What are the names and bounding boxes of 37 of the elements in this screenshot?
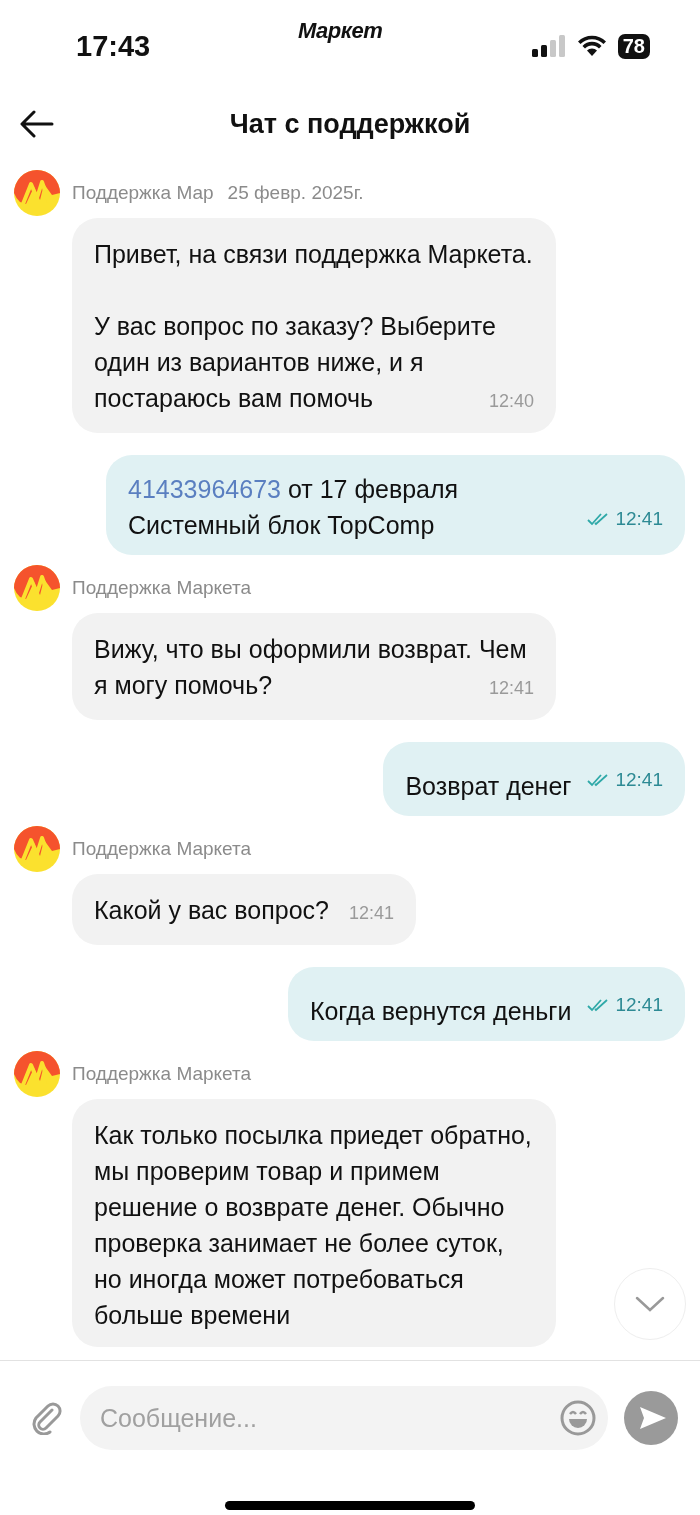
message-text: Привет, на связи поддержка Маркета.: [94, 239, 534, 270]
message-time: 12:41: [615, 993, 663, 1017]
chevron-down-icon: [635, 1296, 665, 1312]
paperclip-icon[interactable]: [30, 1401, 64, 1435]
message-text: Какой у вас вопрос? 12:41: [94, 892, 394, 928]
message-time: 12:41: [488, 677, 534, 700]
message-time: 12:41: [615, 507, 663, 531]
emoji-icon[interactable]: [560, 1400, 596, 1436]
message-text: Как только посылка приедет обратно, мы проверим товар и примем решение о возврате денег. Обычно проверка занимает не более суток, но иногда может потребоваться больше времени: [94, 1120, 533, 1331]
back-arrow-icon[interactable]: [20, 110, 54, 138]
order-link[interactable]: 41433964673: [128, 475, 281, 503]
market-logo-avatar-icon: [14, 1051, 60, 1097]
message-date: 25 февр. 2025г.: [227, 182, 364, 204]
sender-name: Поддержка Маркета: [72, 838, 252, 860]
send-icon: [638, 1405, 668, 1431]
app-logo: Маркет: [298, 18, 383, 44]
message-text: 41433964673 от 17 февраля Системный блок TopComp: [128, 474, 460, 541]
sender-name: Поддержка Маркета: [72, 1063, 252, 1085]
chat-title: Чат с поддержкой: [229, 108, 471, 140]
message-time: 12:40: [488, 390, 534, 413]
send-button[interactable]: [624, 1391, 678, 1445]
wifi-icon: [575, 35, 608, 57]
sender-name: Поддержка Маркета: [72, 577, 252, 599]
market-logo-avatar-icon: [14, 170, 60, 216]
message-text: Когда вернутся деньги: [309, 996, 572, 1027]
signal-icon: [531, 35, 566, 57]
message-input-field[interactable]: Сообщение...: [80, 1386, 608, 1450]
message-text: Возврат денег: [405, 771, 572, 802]
message-text: У вас вопрос по заказу? Выберите один из вариантов ниже, и я постараюсь вам помочь 12:40: [94, 308, 534, 416]
status-time: 17:43: [76, 29, 151, 63]
sender-name: Поддержка Мар: [72, 182, 214, 204]
market-logo-avatar-icon: [14, 826, 60, 872]
battery-icon: 78: [617, 33, 650, 59]
message-text: Вижу, что вы оформили возврат. Чем я могу помочь? 12:41: [94, 631, 534, 703]
market-logo-avatar-icon: [14, 565, 60, 611]
message-time: 12:41: [615, 768, 663, 792]
message-time: 12:41: [348, 902, 394, 925]
